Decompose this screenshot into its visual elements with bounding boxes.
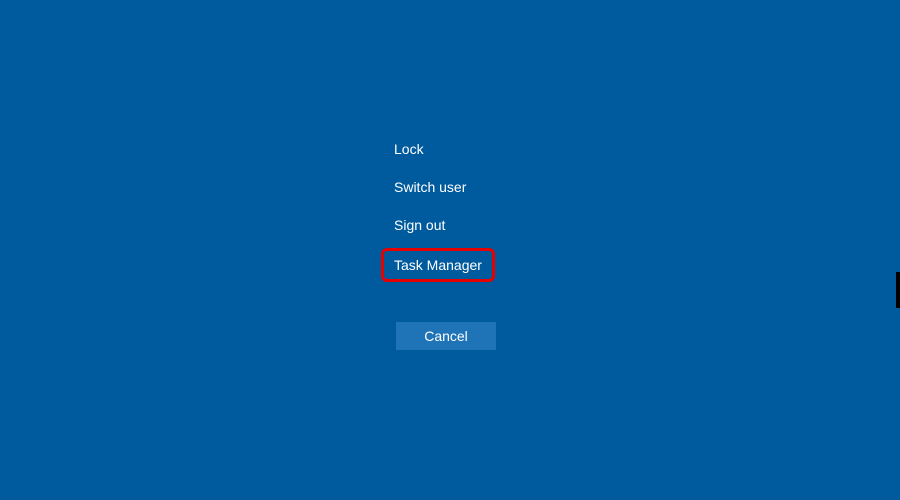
security-options-menu: Lock Switch user Sign out Task Manager <box>384 134 495 287</box>
task-manager-option[interactable]: Task Manager <box>381 248 495 282</box>
switch-user-option[interactable]: Switch user <box>384 172 495 202</box>
sign-out-option[interactable]: Sign out <box>384 210 495 240</box>
lock-option[interactable]: Lock <box>384 134 495 164</box>
edge-artifact <box>896 272 900 308</box>
cancel-button[interactable]: Cancel <box>396 322 496 350</box>
